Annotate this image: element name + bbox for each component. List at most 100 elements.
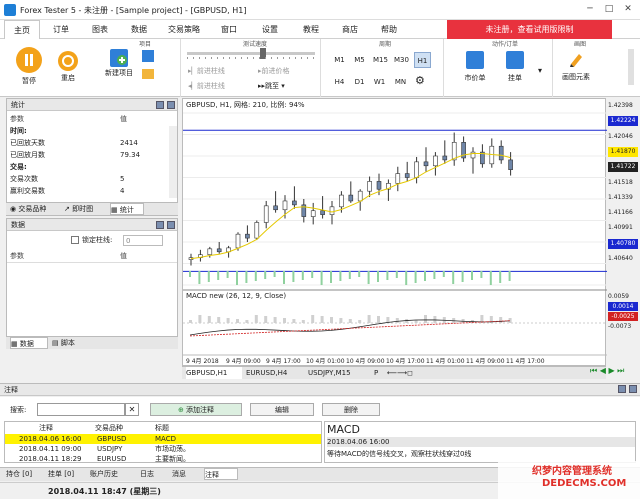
macd-histogram-bar	[236, 319, 239, 323]
maximize-icon[interactable]: □	[602, 3, 616, 15]
tf-mn[interactable]: MN	[392, 74, 409, 90]
candle-body	[376, 181, 382, 190]
chart-tab-gbpusd[interactable]: GBPUSD,H1	[186, 367, 242, 379]
tab-pending[interactable]: 挂单 [0]	[48, 468, 86, 480]
note-row[interactable]: 2018.04.06 16:00 GBPUSD MACD	[5, 434, 321, 444]
tab-symbols[interactable]: ◉ 交易品种	[10, 203, 62, 215]
chart-tab-eurusd[interactable]: EURUSD,H4	[246, 367, 302, 379]
tab-journal[interactable]: 日志	[140, 468, 168, 480]
notes-search-input[interactable]	[37, 403, 125, 416]
candle-body	[470, 151, 476, 159]
tab-tick-chart[interactable]: ↗ 即时图	[64, 203, 106, 215]
chart-tab-more[interactable]: P	[374, 367, 386, 379]
tab-account-history[interactable]: 账户历史	[90, 468, 134, 480]
close-icon[interactable]: ✕	[621, 3, 635, 15]
tf-m5[interactable]: M5	[351, 52, 368, 68]
open-folder-icon[interactable]	[142, 69, 154, 79]
ribbon-scroll[interactable]	[628, 49, 634, 85]
step-bar-back-button[interactable]: ◂▏前进柱线	[188, 81, 250, 91]
tf-h1[interactable]: H1	[414, 52, 431, 68]
unregistered-banner[interactable]: 未注册，查看试用版限制	[447, 20, 612, 39]
chart-canvas[interactable]	[183, 99, 607, 367]
pause-button[interactable]	[16, 47, 42, 73]
chart-scroll-buttons[interactable]: ⏮ ◀ ▶ ⏭	[590, 366, 640, 379]
market-order-button[interactable]: 市价单	[458, 73, 492, 83]
tf-m15[interactable]: M15	[371, 52, 390, 68]
stats-title: 统计	[7, 99, 177, 111]
macd-histogram-bar	[292, 319, 296, 323]
pending-order-icon[interactable]	[506, 51, 524, 69]
stats-scrollbar[interactable]	[169, 126, 177, 198]
tf-m30[interactable]: M30	[392, 52, 411, 68]
tab-statistics[interactable]: ▦ 统计	[110, 203, 144, 215]
panel-restore-icon[interactable]	[618, 385, 626, 393]
menu-window[interactable]: 窗口	[215, 20, 243, 39]
stats-header-value: 值	[120, 115, 127, 123]
rewind-button[interactable]: ▸▸跳至 ▾	[258, 81, 320, 91]
delete-note-button[interactable]: 删除	[322, 403, 380, 416]
new-project-button[interactable]	[110, 49, 128, 67]
lock-bar-checkbox[interactable]	[71, 236, 79, 244]
settings-gear-icon[interactable]: ⚙	[415, 74, 425, 87]
menu-home[interactable]: 主页	[4, 20, 40, 39]
chevron-down-icon[interactable]: ▾	[538, 66, 542, 75]
step-bar-button[interactable]: ▸▏前进柱线	[188, 66, 250, 76]
macd-histogram-bar	[273, 317, 277, 323]
panel-restore-icon[interactable]	[156, 101, 164, 109]
menu-tutorials[interactable]: 教程	[297, 20, 325, 39]
menu-help[interactable]: 帮助	[375, 20, 403, 39]
panel-close-icon[interactable]	[629, 385, 637, 393]
time-label: 11 4月 01:00	[426, 358, 465, 365]
chart-tab-usdjpy[interactable]: USDJPY,M15	[308, 367, 368, 379]
candle-body	[216, 248, 222, 253]
tab-positions[interactable]: 持仓 [0]	[6, 468, 44, 480]
tf-m1[interactable]: M1	[331, 52, 348, 68]
tab-messages[interactable]: 消息	[172, 468, 200, 480]
save-icon[interactable]	[142, 50, 154, 62]
note-row[interactable]: 2018.04.11 09:00 USDJPY 市场动荡。	[5, 444, 321, 454]
menu-charts[interactable]: 图表	[86, 20, 114, 39]
tab-scripts[interactable]: ▤ 脚本	[52, 337, 90, 349]
menu-settings[interactable]: 设置	[256, 20, 284, 39]
draw-elements-button[interactable]: 画图元素	[556, 73, 596, 81]
price-label: 1.41870	[608, 146, 638, 157]
macd-histogram-bar	[499, 317, 503, 323]
step-tick-button[interactable]: ▸前进价格	[258, 66, 320, 76]
speed-ticks	[187, 57, 315, 59]
macd-histogram-bar	[330, 317, 333, 323]
clear-search-icon[interactable]: ✕	[125, 403, 139, 416]
minimize-icon[interactable]: ─	[583, 3, 597, 15]
panel-close-icon[interactable]	[167, 101, 175, 109]
edit-note-button[interactable]: 编辑	[250, 403, 314, 416]
panel-restore-icon[interactable]	[156, 221, 164, 229]
restart-button[interactable]	[58, 51, 78, 71]
restart-icon	[62, 55, 74, 67]
tf-w1[interactable]: W1	[371, 74, 388, 90]
chart-window[interactable]	[182, 98, 607, 367]
tab-data[interactable]: ▦ 数据	[10, 337, 48, 349]
tf-h4[interactable]: H4	[331, 74, 348, 90]
market-order-icon[interactable]	[466, 51, 484, 69]
tf-d1[interactable]: D1	[351, 74, 368, 90]
macd-histogram-bar	[245, 320, 249, 323]
macd-label: -0.0073	[608, 323, 632, 330]
pending-order-button[interactable]: 挂单	[498, 73, 532, 83]
speed-slider-track[interactable]	[187, 52, 315, 55]
notes-title: 注释	[0, 383, 640, 396]
candle-body	[339, 194, 344, 208]
menu-orders[interactable]: 订单	[47, 20, 75, 39]
pencil-icon[interactable]	[568, 51, 584, 67]
price-label: 1.42398	[608, 102, 633, 109]
menu-data[interactable]: 数据	[125, 20, 153, 39]
lock-bar-input[interactable]: 0	[123, 235, 163, 246]
tab-notes[interactable]: 注释	[204, 468, 238, 480]
add-note-button[interactable]: ⊕ 添加注释	[150, 403, 242, 416]
panel-close-icon[interactable]	[167, 221, 175, 229]
chart-nav-arrows[interactable]: ⟵⟶◻	[387, 367, 427, 379]
menu-store[interactable]: 商店	[336, 20, 364, 39]
note-row[interactable]: 2018.04.11 18:29 EURUSD 主要新闻。	[5, 454, 321, 464]
menu-strategies[interactable]: 交易策略	[164, 20, 204, 39]
macd-histogram-bar	[198, 315, 202, 323]
candle-body	[282, 200, 288, 211]
candle-body	[451, 142, 457, 161]
